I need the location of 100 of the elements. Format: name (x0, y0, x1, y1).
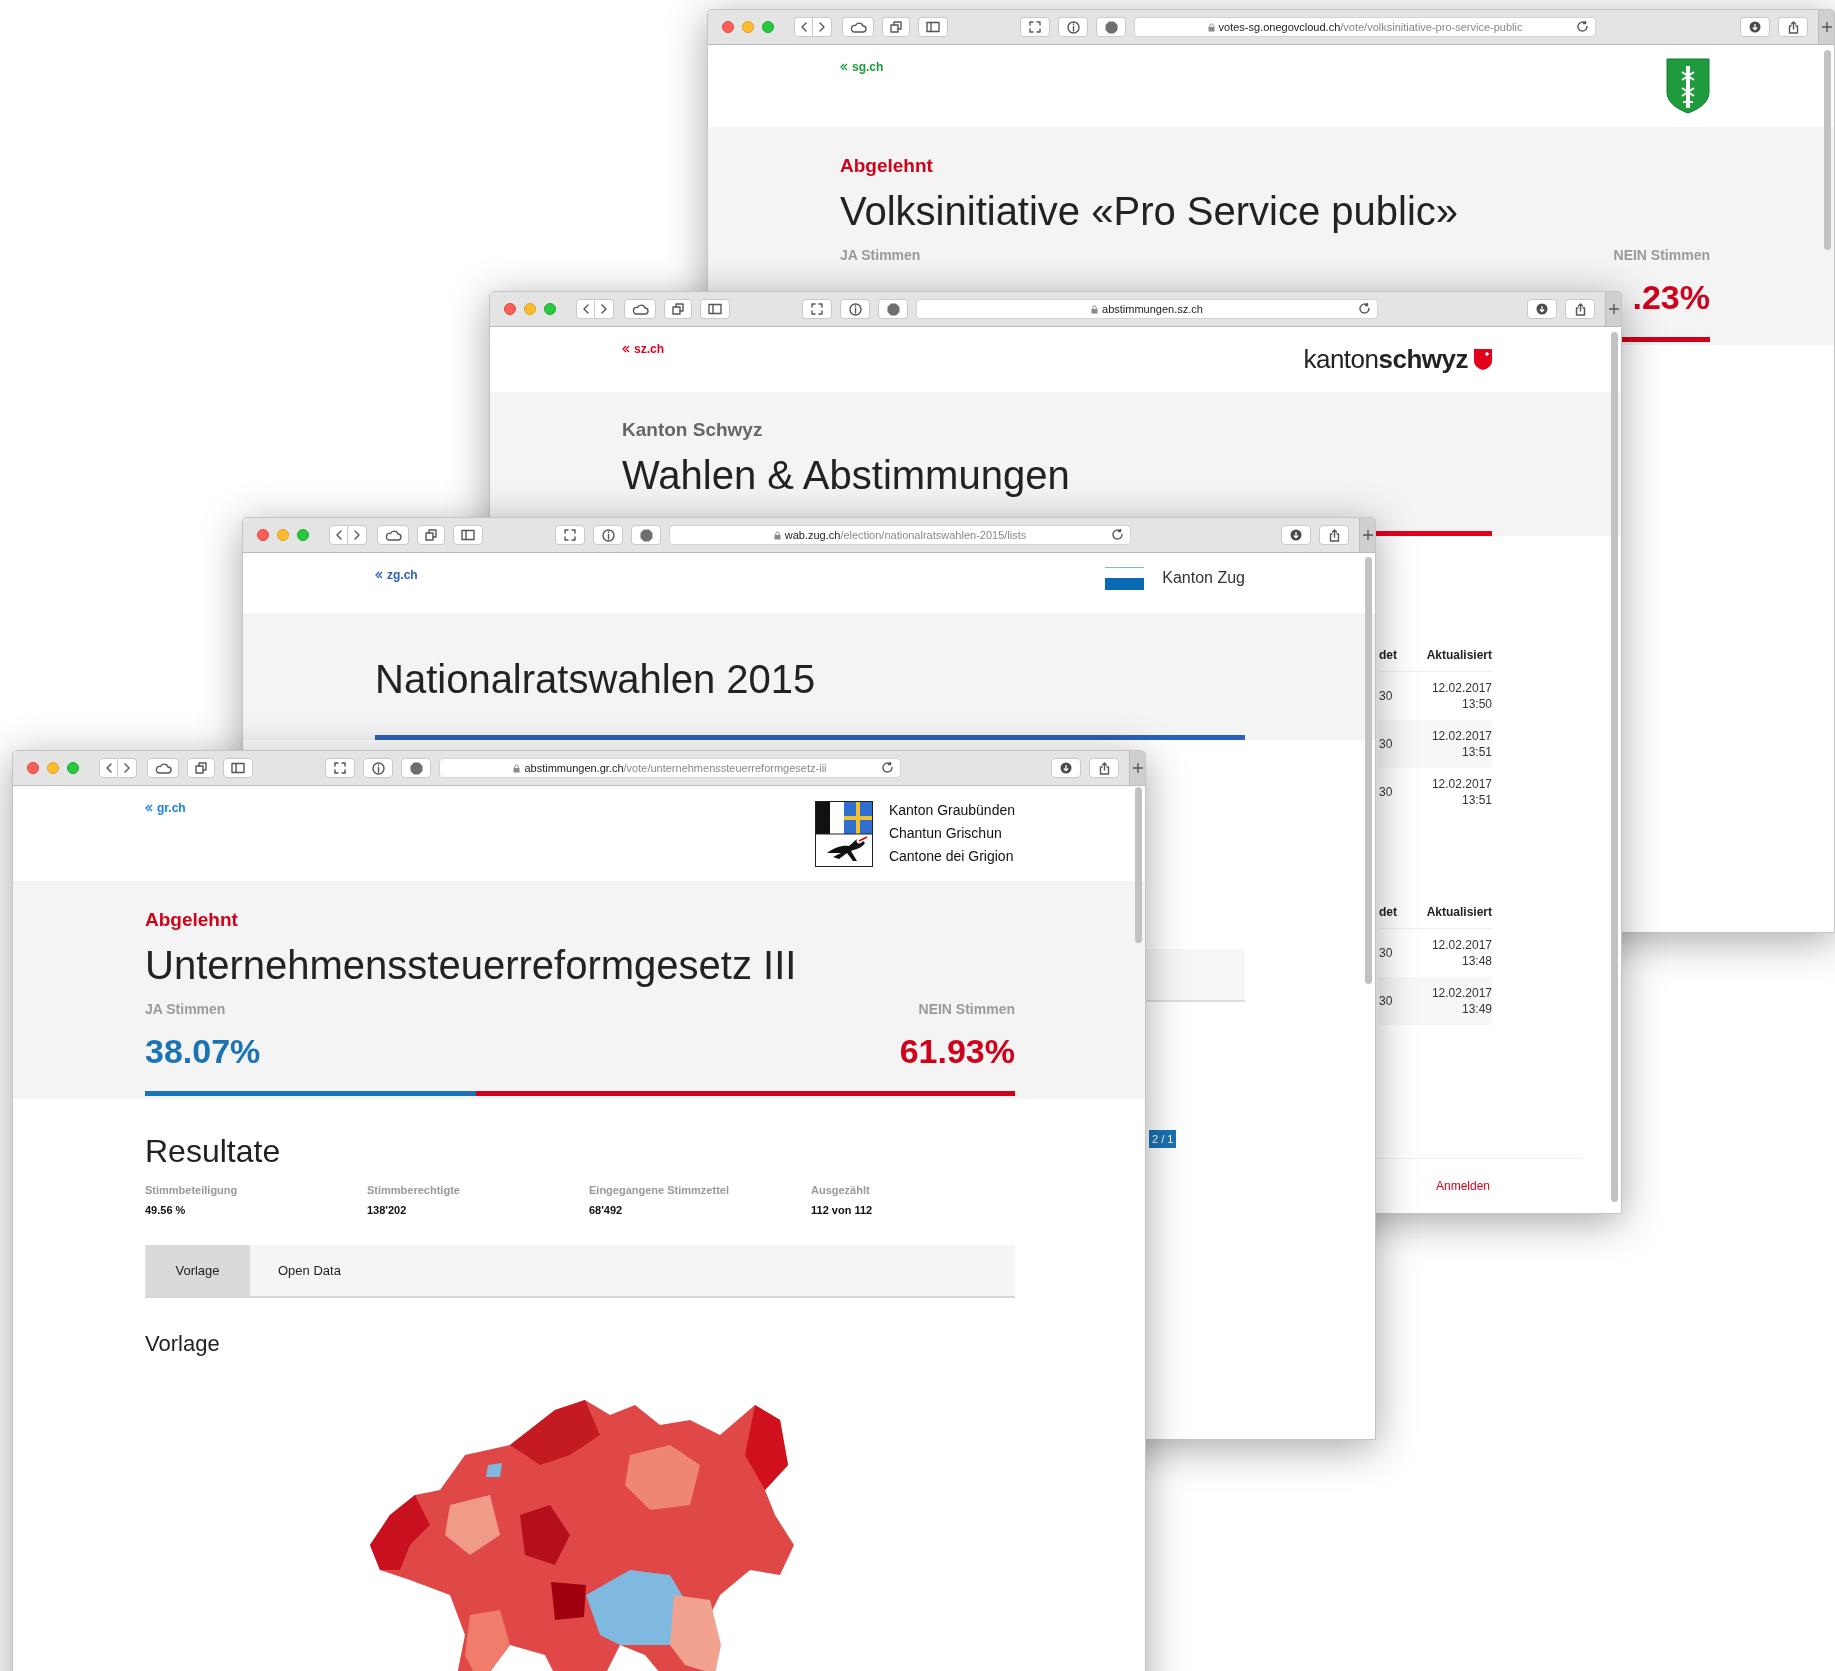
share-button[interactable] (1565, 299, 1595, 319)
tabs-button[interactable] (417, 525, 445, 545)
address-bar[interactable]: abstimmungen.gr.ch/vote/unternehmenssteuerreformgesetz-iii (439, 758, 901, 778)
page-title: Wahlen & Abstimmungen (622, 452, 1071, 499)
zoom-button[interactable] (297, 529, 309, 541)
forward-button[interactable] (118, 758, 137, 778)
double-chevron-icon (622, 345, 630, 353)
sidebar-button[interactable] (223, 758, 253, 778)
back-link[interactable]: zg.ch (375, 566, 418, 584)
reload-icon (1359, 303, 1371, 315)
back-link[interactable]: sz.ch (622, 340, 664, 358)
double-chevron-icon (145, 804, 153, 812)
fullscreen-button[interactable] (802, 299, 832, 319)
scrollbar-thumb[interactable] (1611, 332, 1618, 1202)
info-icon (601, 528, 615, 542)
forward-button[interactable] (813, 17, 832, 37)
plus-icon (1608, 304, 1619, 314)
stop-sign-icon (639, 528, 653, 542)
stat-label: Stimmberechtigte (367, 1183, 461, 1197)
fullscreen-button[interactable] (1020, 17, 1050, 37)
tabs-button[interactable] (187, 758, 215, 778)
share-button[interactable] (1089, 758, 1119, 778)
back-button[interactable] (99, 758, 118, 778)
cloud-icon (849, 20, 867, 34)
stat-label: Stimmbeteiligung (145, 1183, 239, 1197)
downloads-button[interactable] (1527, 299, 1557, 319)
stat-label: Ausgezählt (811, 1183, 871, 1197)
sidebar-icon (926, 21, 940, 33)
address-bar[interactable]: votes-sg.onegovcloud.ch/vote/volksinitiative-pro-service-public (1134, 17, 1596, 37)
lock-icon (513, 763, 521, 773)
tabs-icon (195, 762, 207, 774)
zoom-button[interactable] (544, 303, 556, 315)
zoom-button[interactable] (67, 762, 79, 774)
section-heading: Resultate (145, 1132, 282, 1170)
lock-icon (773, 530, 781, 540)
expand-icon (1029, 21, 1041, 33)
tab[interactable]: Open Data (250, 1245, 369, 1296)
no-label: NEIN Stimmen (918, 1000, 1015, 1018)
tabs-icon (425, 529, 437, 541)
yes-label: JA Stimmen (145, 1000, 226, 1018)
share-button[interactable] (1778, 17, 1808, 37)
sidebar-button[interactable] (700, 299, 730, 319)
tabs-icon (890, 21, 902, 33)
expand-icon (334, 762, 346, 774)
forward-button[interactable] (595, 299, 614, 319)
new-tab-button[interactable] (1605, 292, 1621, 326)
close-button[interactable] (722, 21, 734, 33)
scrollbar-thumb[interactable] (1824, 50, 1831, 250)
cloud-icon (631, 302, 649, 316)
tabs-button[interactable] (664, 299, 692, 319)
tab[interactable]: Vorlage (145, 1245, 250, 1296)
downloads-button[interactable] (1051, 758, 1081, 778)
plus-icon (1821, 22, 1832, 32)
back-button[interactable] (576, 299, 595, 319)
new-tab-button[interactable] (1129, 751, 1145, 785)
tabs-button[interactable] (882, 17, 910, 37)
sidebar-button[interactable] (918, 17, 948, 37)
plus-icon (1132, 763, 1143, 773)
double-chevron-icon (375, 571, 383, 579)
url-text: wab.zug.ch/election/nationalratswahlen-2015/lists (784, 527, 1027, 543)
zoom-button[interactable] (762, 21, 774, 33)
close-button[interactable] (27, 762, 39, 774)
close-button[interactable] (257, 529, 269, 541)
share-button[interactable] (1319, 525, 1349, 545)
stop-sign-icon (1104, 20, 1118, 34)
sidebar-icon (461, 529, 475, 541)
page-title: Nationalratswahlen 2015 (375, 656, 817, 703)
vote-title: Unternehmenssteuerreformgesetz III (145, 942, 798, 989)
fullscreen-button[interactable] (325, 758, 355, 778)
canton-name: Cantone dei Grigion (888, 847, 1015, 866)
back-link[interactable]: gr.ch (145, 799, 186, 817)
fullscreen-button[interactable] (555, 525, 585, 545)
no-percentage: 61.93% (899, 1030, 1015, 1072)
new-tab-button[interactable] (1359, 518, 1375, 552)
downloads-button[interactable] (1740, 17, 1770, 37)
table-cell-text: 12.02.2017 13:51 (1430, 776, 1492, 808)
download-icon (1290, 529, 1302, 541)
share-icon (1786, 20, 1800, 34)
table-cell: 30 (1379, 945, 1393, 961)
no-percentage: .23% (1632, 276, 1710, 318)
forward-button[interactable] (348, 525, 367, 545)
scrollbar-thumb[interactable] (1365, 557, 1372, 984)
share-icon (1097, 761, 1111, 775)
share-icon (1327, 528, 1341, 542)
back-link[interactable]: sg.ch (840, 58, 884, 76)
status-label: Abgelehnt (145, 909, 239, 931)
login-link[interactable]: Anmelden (1436, 1177, 1491, 1195)
new-tab-button[interactable] (1818, 10, 1834, 44)
stat-label: Eingegangene Stimmzettel (589, 1183, 730, 1197)
close-button[interactable] (504, 303, 516, 315)
yes-label: JA Stimmen (840, 246, 921, 264)
back-button[interactable] (794, 17, 813, 37)
column-header: det (1379, 904, 1397, 921)
address-bar[interactable]: abstimmungen.sz.ch (916, 299, 1378, 319)
expand-icon (564, 529, 576, 541)
sidebar-button[interactable] (453, 525, 483, 545)
downloads-button[interactable] (1281, 525, 1311, 545)
address-bar[interactable]: wab.zug.ch/election/nationalratswahlen-2015/lists (669, 525, 1131, 545)
back-button[interactable] (329, 525, 348, 545)
scrollbar-thumb[interactable] (1135, 787, 1142, 943)
